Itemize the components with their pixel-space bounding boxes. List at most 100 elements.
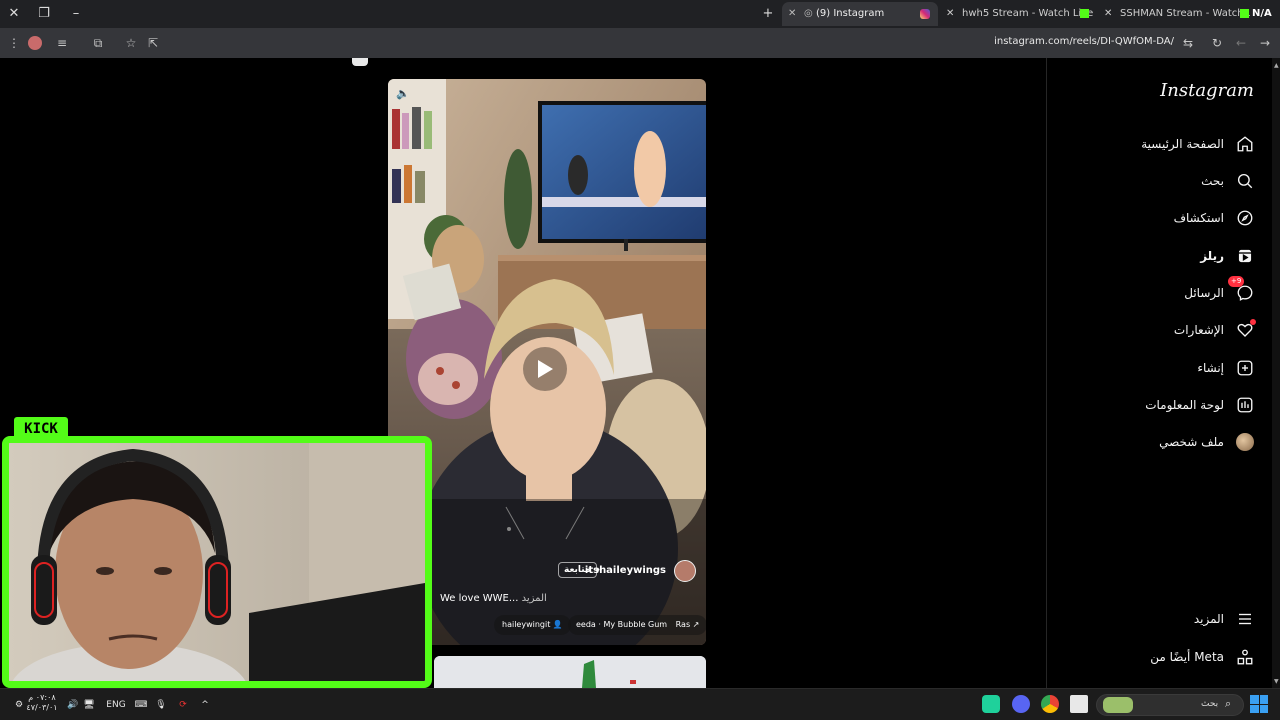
hamburger-menu-icon bbox=[1234, 608, 1256, 630]
site-settings-icon[interactable]: ⇆ bbox=[1178, 33, 1198, 53]
network-icon[interactable]: 🖥 bbox=[82, 696, 96, 714]
caption-more-link[interactable]: المزيد bbox=[522, 593, 547, 604]
keyboard-icon[interactable]: ⌨ bbox=[134, 696, 148, 714]
nav-more[interactable]: المزيد bbox=[1194, 604, 1256, 634]
speaker-icon[interactable]: 🔈 bbox=[396, 87, 412, 103]
nav-home[interactable]: الصفحة الرئيسية bbox=[1141, 129, 1256, 159]
close-tab-icon[interactable]: ✕ bbox=[788, 2, 796, 26]
extension-badge[interactable]: N/A bbox=[1252, 2, 1278, 26]
scroll-down-arrow-icon[interactable]: ▼ bbox=[1274, 678, 1279, 685]
tab-kick-hwh5[interactable]: ✕ hwh5 Stream - Watch Live on K bbox=[940, 2, 1096, 26]
nav-explore[interactable]: استكشاف bbox=[1174, 203, 1256, 233]
discord-icon[interactable] bbox=[1012, 695, 1030, 713]
new-tab-icon[interactable]: + bbox=[758, 4, 778, 24]
nav-label: أيضًا من Meta bbox=[1150, 650, 1224, 664]
profile-avatar-icon bbox=[1234, 431, 1256, 453]
share-icon[interactable]: ⇱ bbox=[143, 33, 163, 53]
tagged-user-label: haileywingit bbox=[502, 620, 551, 629]
heart-icon bbox=[1234, 319, 1256, 341]
notification-dot bbox=[1250, 319, 1256, 325]
close-tab-icon[interactable]: ✕ bbox=[946, 2, 954, 26]
instagram-favicon-icon bbox=[920, 9, 930, 19]
meta-apps-icon bbox=[1234, 646, 1256, 668]
compass-icon bbox=[1234, 207, 1256, 229]
app-icon-1[interactable] bbox=[982, 695, 1000, 713]
nav-reels[interactable]: ريلز bbox=[1200, 241, 1256, 271]
menu-kebab-icon[interactable]: ⋮ bbox=[4, 33, 24, 53]
bookmark-star-icon[interactable]: ☆ bbox=[121, 33, 141, 53]
play-button[interactable] bbox=[523, 347, 567, 391]
nav-label: المزيد bbox=[1193, 612, 1224, 626]
taskbar-search-box[interactable]: بحث ⌕ bbox=[1096, 694, 1244, 716]
reel-caption: We love WWE... المزيد bbox=[440, 593, 547, 604]
clock[interactable]: ٠٧:٠٨ م ٤٧/٠٣/٠١ bbox=[26, 693, 58, 712]
reel-video[interactable]: 🔈 itshaileywings • متابعة We love WWE...… bbox=[388, 79, 706, 645]
audio-pill[interactable]: eeda · My Bubble Gum Ras ↗ bbox=[568, 615, 706, 635]
follow-button[interactable]: متابعة bbox=[558, 562, 597, 578]
microphone-icon[interactable]: 🎙 bbox=[154, 696, 168, 714]
page-scrollbar[interactable]: ▲ ▼ bbox=[1272, 58, 1280, 688]
previous-reel-peek bbox=[352, 58, 368, 66]
dashboard-icon bbox=[1234, 394, 1256, 416]
language-indicator[interactable]: ENG bbox=[104, 696, 128, 714]
address-bar[interactable]: instagram.com/reels/DI-QWfOM-DA/ bbox=[960, 36, 1174, 47]
chrome-icon[interactable] bbox=[1041, 695, 1059, 713]
volume-icon[interactable]: 🔊 bbox=[66, 696, 80, 714]
home-icon bbox=[1234, 133, 1256, 155]
tagged-user-pill[interactable]: haileywingit 👤 bbox=[494, 615, 571, 635]
windows-taskbar: ⚙ ٠٧:٠٨ م ٤٧/٠٣/٠١ 🔊 🖥 ENG ⌨ 🎙 ⟳ ^ بحث ⌕ bbox=[0, 688, 1280, 720]
tab-label: (9) Instagram bbox=[816, 8, 885, 19]
audio-label: eeda · My Bubble Gum bbox=[576, 620, 668, 629]
play-icon bbox=[538, 360, 553, 378]
instagram-sidebar: Instagram الصفحة الرئيسية بحث استكشاف ري… bbox=[1046, 58, 1280, 688]
messenger-icon: +9 bbox=[1228, 276, 1256, 304]
show-hidden-icons-chevron[interactable]: ^ bbox=[198, 696, 212, 714]
settings-gear-icon[interactable]: ⚙ bbox=[12, 696, 26, 714]
nav-dashboard[interactable]: لوحة المعلومات bbox=[1145, 390, 1256, 420]
tab-kick-sshman[interactable]: ✕ SSHMAN Stream - Watch Live bbox=[1098, 2, 1250, 26]
search-placeholder: بحث bbox=[1201, 699, 1219, 709]
nav-label: ملف شخصي bbox=[1159, 435, 1224, 449]
nav-label: إنشاء bbox=[1197, 361, 1224, 375]
forward-icon[interactable]: → bbox=[1255, 33, 1275, 53]
tab-label: SSHMAN Stream - Watch Live bbox=[1120, 8, 1250, 19]
profile-avatar-icon[interactable] bbox=[28, 36, 42, 50]
restore-window-icon[interactable]: ❐ bbox=[34, 4, 54, 24]
nav-search[interactable]: بحث bbox=[1201, 166, 1256, 196]
reading-list-icon[interactable]: ≡ bbox=[52, 33, 72, 53]
caption-text: We love WWE... bbox=[440, 593, 519, 604]
extensions-icon[interactable]: ⧉ bbox=[88, 33, 108, 53]
search-icon: ⌕ bbox=[1225, 697, 1232, 710]
nav-also-from-meta[interactable]: أيضًا من Meta bbox=[1150, 642, 1256, 672]
windows-start-icon[interactable] bbox=[1250, 695, 1268, 713]
streamer-webcam bbox=[2, 436, 432, 688]
kick-favicon-icon bbox=[1080, 9, 1089, 18]
reel-author-avatar[interactable] bbox=[674, 560, 696, 582]
nav-label: استكشاف bbox=[1173, 211, 1224, 225]
audio-icon: ◎ bbox=[804, 8, 813, 19]
instagram-logo[interactable]: Instagram bbox=[1160, 80, 1254, 101]
file-explorer-icon[interactable] bbox=[1070, 695, 1088, 713]
nav-label: الرسائل bbox=[1184, 286, 1224, 300]
nav-messages[interactable]: الرسائل +9 bbox=[1184, 276, 1256, 308]
nav-notifications[interactable]: الإشعارات bbox=[1174, 315, 1256, 345]
nav-profile[interactable]: ملف شخصي bbox=[1159, 427, 1256, 457]
plus-square-icon bbox=[1234, 357, 1256, 379]
reload-icon[interactable]: ↻ bbox=[1207, 33, 1227, 53]
minimize-window-icon[interactable]: – bbox=[66, 4, 86, 24]
nav-label: بحث bbox=[1201, 174, 1224, 188]
nav-label: الصفحة الرئيسية bbox=[1141, 137, 1224, 151]
tab-instagram[interactable]: ✕ ◎ (9) Instagram bbox=[782, 2, 938, 26]
sync-icon[interactable]: ⟳ bbox=[176, 696, 190, 714]
scroll-up-arrow-icon[interactable]: ▲ bbox=[1274, 62, 1279, 69]
clock-time: ٠٧:٠٨ م bbox=[28, 693, 56, 702]
messages-count-badge: +9 bbox=[1228, 276, 1245, 287]
browser-toolbar: ⋮ ≡ ⧉ ☆ ⇱ instagram.com/reels/DI-QWfOM-D… bbox=[0, 28, 1280, 58]
nav-label: لوحة المعلومات bbox=[1145, 398, 1224, 412]
close-window-icon[interactable]: ✕ bbox=[4, 4, 24, 24]
nav-create[interactable]: إنشاء bbox=[1197, 353, 1256, 383]
close-tab-icon[interactable]: ✕ bbox=[1104, 2, 1112, 26]
back-icon[interactable]: ← bbox=[1231, 33, 1251, 53]
kick-favicon-icon bbox=[1240, 9, 1249, 18]
next-reel-peek[interactable] bbox=[434, 656, 706, 688]
